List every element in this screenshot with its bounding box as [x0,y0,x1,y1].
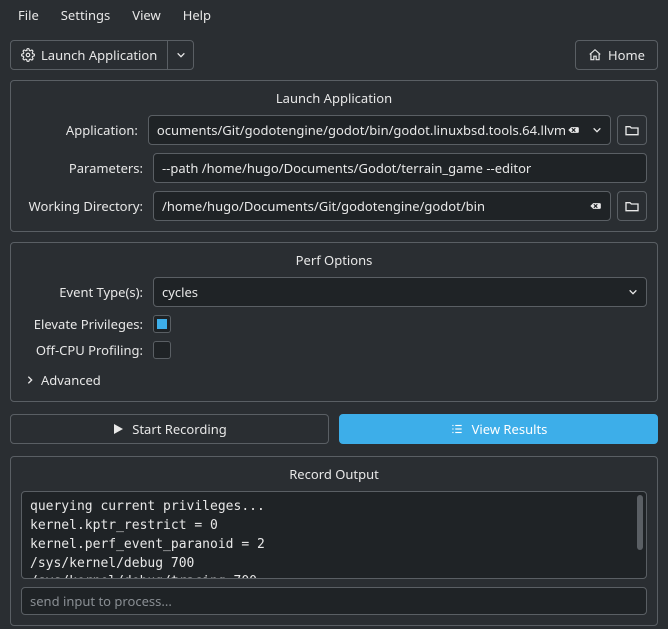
start-recording-label: Start Recording [132,420,227,438]
play-icon [112,423,124,435]
stdin-input[interactable]: send input to process... [21,587,647,615]
perf-group-title: Perf Options [21,251,647,269]
application-row: Application: ocuments/Git/godotengine/go… [21,115,647,145]
parameters-label: Parameters: [21,159,145,177]
list-icon [450,422,464,436]
advanced-toggle[interactable]: Advanced [21,369,647,391]
menu-file[interactable]: File [8,2,49,28]
chevron-down-icon [628,287,638,297]
home-icon [588,48,602,62]
event-type-label: Event Type(s): [21,283,145,301]
event-type-value: cycles [162,283,622,301]
launch-application-dropdown[interactable] [167,41,193,69]
launch-group-title: Launch Application [21,89,647,107]
parameters-input[interactable]: --path /home/hugo/Documents/Godot/terrai… [153,153,647,183]
home-label: Home [608,46,645,64]
start-recording-button[interactable]: Start Recording [10,414,329,444]
chevron-down-icon [176,50,186,60]
offcpu-checkbox[interactable] [153,341,171,359]
menubar: File Settings View Help [0,0,668,30]
application-value: ocuments/Git/godotengine/godot/bin/godot… [157,121,566,139]
workdir-row: Working Directory: /home/hugo/Documents/… [21,191,647,221]
menu-help[interactable]: Help [173,2,221,28]
launch-application-group: Launch Application Application: ocuments… [10,80,658,232]
view-results-button[interactable]: View Results [339,414,658,444]
application-combo[interactable]: ocuments/Git/godotengine/godot/bin/godot… [148,115,611,145]
offcpu-row: Off-CPU Profiling: [21,341,647,359]
browse-workdir-button[interactable] [617,191,647,221]
chevron-right-icon [25,375,35,385]
elevate-row: Elevate Privileges: [21,315,647,333]
application-label: Application: [21,121,140,139]
elevate-checkbox[interactable] [153,315,171,333]
menu-settings[interactable]: Settings [51,2,120,28]
view-results-label: View Results [472,420,548,438]
record-output-title: Record Output [21,465,647,483]
workdir-label: Working Directory: [21,197,145,215]
menu-view[interactable]: View [122,2,170,28]
record-output-group: Record Output querying current privilege… [10,456,658,626]
gear-icon [21,48,35,62]
clear-icon[interactable] [566,123,580,137]
elevate-label: Elevate Privileges: [21,315,145,333]
folder-icon [624,122,640,138]
output-content: querying current privileges... kernel.kp… [30,499,265,579]
launch-application-split-button[interactable]: Launch Application [10,40,194,70]
home-button[interactable]: Home [575,40,658,70]
record-output-text[interactable]: querying current privileges... kernel.kp… [21,491,647,579]
chevron-down-icon [592,125,602,135]
event-type-row: Event Type(s): cycles [21,277,647,307]
browse-application-button[interactable] [617,115,647,145]
offcpu-label: Off-CPU Profiling: [21,341,145,359]
advanced-label: Advanced [41,371,101,389]
parameters-value: --path /home/hugo/Documents/Godot/terrai… [162,159,638,177]
stdin-placeholder: send input to process... [30,592,172,610]
event-type-combo[interactable]: cycles [153,277,647,307]
perf-options-group: Perf Options Event Type(s): cycles Eleva… [10,242,658,402]
parameters-row: Parameters: --path /home/hugo/Documents/… [21,153,647,183]
toolbar: Launch Application Home [0,30,668,70]
action-row: Start Recording View Results [10,414,658,444]
launch-application-button[interactable]: Launch Application [11,41,167,69]
workdir-input[interactable]: /home/hugo/Documents/Git/godotengine/god… [153,191,611,221]
folder-icon [624,198,640,214]
launch-application-label: Launch Application [41,46,157,64]
workdir-value: /home/hugo/Documents/Git/godotengine/god… [162,197,582,215]
output-scrollbar[interactable] [637,495,643,550]
clear-icon[interactable] [588,199,602,213]
